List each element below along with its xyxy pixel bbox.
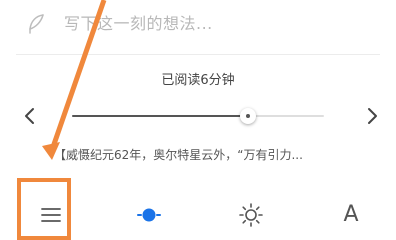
slider-thumb[interactable]	[240, 108, 257, 124]
menu-icon[interactable]	[38, 202, 64, 228]
note-input-placeholder[interactable]: 写下这一刻的想法...	[64, 12, 213, 36]
chevron-left-icon[interactable]	[18, 104, 42, 128]
chapter-title[interactable]: 【威慑纪元62年，奥尔特星云外，“万有引力...	[54, 146, 374, 164]
progress-slider[interactable]	[72, 106, 324, 126]
font-glyph: A	[343, 202, 359, 227]
chevron-right-icon[interactable]	[360, 104, 384, 128]
divider	[16, 54, 380, 55]
bottom-toolbar: A	[0, 190, 396, 240]
night-mode-icon[interactable]	[136, 202, 162, 228]
feather-icon	[29, 14, 44, 34]
font-icon[interactable]: A	[338, 202, 364, 228]
reading-time-label: 已阅读6分钟	[161, 73, 235, 88]
slider-fill	[72, 115, 249, 117]
brightness-icon[interactable]	[238, 202, 264, 228]
note-input-row[interactable]: 写下这一刻的想法...	[0, 0, 396, 50]
